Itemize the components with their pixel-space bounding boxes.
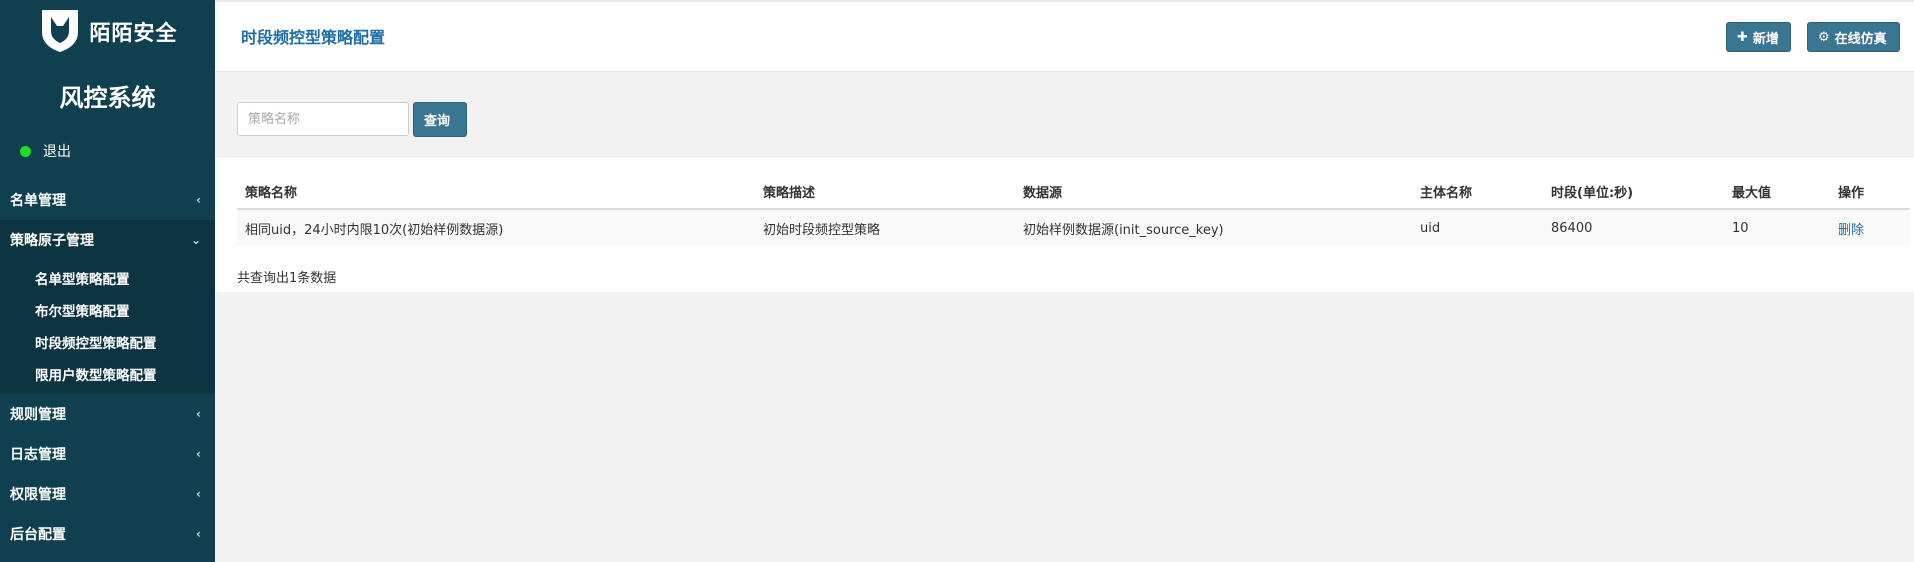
strategy-table: 策略名称 策略描述 数据源 主体名称 时段(单位:秒) 最大值 操作 相同uid…: [237, 174, 1910, 246]
column-header: 策略名称: [237, 174, 755, 210]
table-header-row: 策略名称 策略描述 数据源 主体名称 时段(单位:秒) 最大值 操作: [237, 174, 1910, 210]
brand-name: 陌陌安全: [89, 21, 178, 45]
chevron-left-icon: ‹: [196, 193, 201, 207]
chevron-left-icon: ‹: [196, 527, 201, 541]
logout-label: 退出: [43, 144, 71, 160]
sidebar-item-backend-config[interactable]: 后台配置 ‹: [0, 514, 215, 554]
sidebar-item-label: 名单管理: [10, 193, 66, 209]
simulate-button[interactable]: ⚙ 在线仿真: [1807, 22, 1900, 52]
query-button[interactable]: 查询: [413, 102, 467, 137]
sidebar: 陌陌安全 风控系统 退出 名单管理 ‹ 策略原子管理 ⌄ 名单型策略配置 布尔型…: [0, 0, 215, 562]
sidebar-item-rule-management[interactable]: 规则管理 ‹: [0, 394, 215, 434]
sidebar-subitem-list-strategy[interactable]: 名单型策略配置: [0, 264, 215, 296]
add-button-label: 新增: [1752, 31, 1779, 47]
sidebar-item-label: 策略原子管理: [10, 233, 94, 249]
chevron-left-icon: ‹: [196, 407, 201, 421]
online-status-dot: [20, 145, 31, 157]
cell-actions: 删除: [1830, 209, 1910, 246]
sidebar-item-list-management[interactable]: 名单管理 ‹: [0, 180, 215, 220]
system-title: 风控系统: [59, 84, 156, 112]
column-header: 主体名称: [1412, 174, 1543, 210]
add-button[interactable]: ✚ 新增: [1726, 22, 1791, 52]
search-bar: 查询: [215, 72, 1914, 157]
sidebar-item-strategy-atom-management[interactable]: 策略原子管理 ⌄: [0, 220, 215, 260]
sidebar-menu: 名单管理 ‹ 策略原子管理 ⌄ 名单型策略配置 布尔型策略配置 时段频控型策略配…: [0, 180, 215, 554]
sidebar-submenu: 名单型策略配置 布尔型策略配置 时段频控型策略配置 限用户数型策略配置: [0, 260, 215, 394]
main-content: 时段频控型策略配置 ✚ 新增 ⚙ 在线仿真 查询 策略名称 策略描述 数据源 主: [215, 0, 1914, 562]
chevron-down-icon: ⌄: [190, 233, 201, 247]
page-title: 时段频控型策略配置: [241, 28, 386, 47]
delete-link[interactable]: 删除: [1838, 223, 1864, 238]
sidebar-subitem-frequency-strategy[interactable]: 时段频控型策略配置: [0, 328, 215, 360]
column-header: 数据源: [1015, 174, 1412, 210]
cell-max-value: 10: [1724, 209, 1830, 246]
cell-strategy-description: 初始时段频控型策略: [755, 209, 1015, 246]
gear-icon: ⚙: [1818, 29, 1830, 45]
sidebar-item-label: 权限管理: [10, 487, 66, 503]
results-panel: 策略名称 策略描述 数据源 主体名称 时段(单位:秒) 最大值 操作 相同uid…: [215, 157, 1914, 292]
cell-data-source: 初始样例数据源(init_source_key): [1015, 209, 1412, 246]
page-header: 时段频控型策略配置 ✚ 新增 ⚙ 在线仿真: [215, 0, 1914, 72]
sidebar-item-label: 后台配置: [10, 527, 66, 543]
strategy-name-search-input[interactable]: [237, 102, 409, 136]
chevron-left-icon: ‹: [196, 447, 201, 461]
sidebar-subitem-boolean-strategy[interactable]: 布尔型策略配置: [0, 296, 215, 328]
sidebar-item-label: 规则管理: [10, 407, 66, 423]
logout-link[interactable]: 退出: [20, 141, 71, 161]
sidebar-item-log-management[interactable]: 日志管理 ‹: [0, 434, 215, 474]
column-header: 策略描述: [755, 174, 1015, 210]
column-header: 最大值: [1724, 174, 1830, 210]
result-count: 共查询出1条数据: [237, 271, 337, 286]
chevron-left-icon: ‹: [196, 487, 201, 501]
shield-icon: [38, 6, 82, 58]
cell-strategy-name: 相同uid，24小时内限10次(初始样例数据源): [237, 209, 755, 246]
sidebar-item-permission-management[interactable]: 权限管理 ‹: [0, 474, 215, 514]
simulate-button-label: 在线仿真: [1834, 31, 1887, 47]
sidebar-subitem-user-limit-strategy[interactable]: 限用户数型策略配置: [0, 360, 215, 392]
plus-icon: ✚: [1737, 29, 1748, 45]
table-row: 相同uid，24小时内限10次(初始样例数据源) 初始时段频控型策略 初始样例数…: [237, 209, 1910, 246]
cell-time-period: 86400: [1543, 209, 1724, 246]
cell-subject-name: uid: [1412, 209, 1543, 246]
column-header: 时段(单位:秒): [1543, 174, 1724, 210]
sidebar-item-label: 日志管理: [10, 447, 66, 463]
brand: 陌陌安全: [0, 0, 215, 64]
column-header: 操作: [1830, 174, 1910, 210]
